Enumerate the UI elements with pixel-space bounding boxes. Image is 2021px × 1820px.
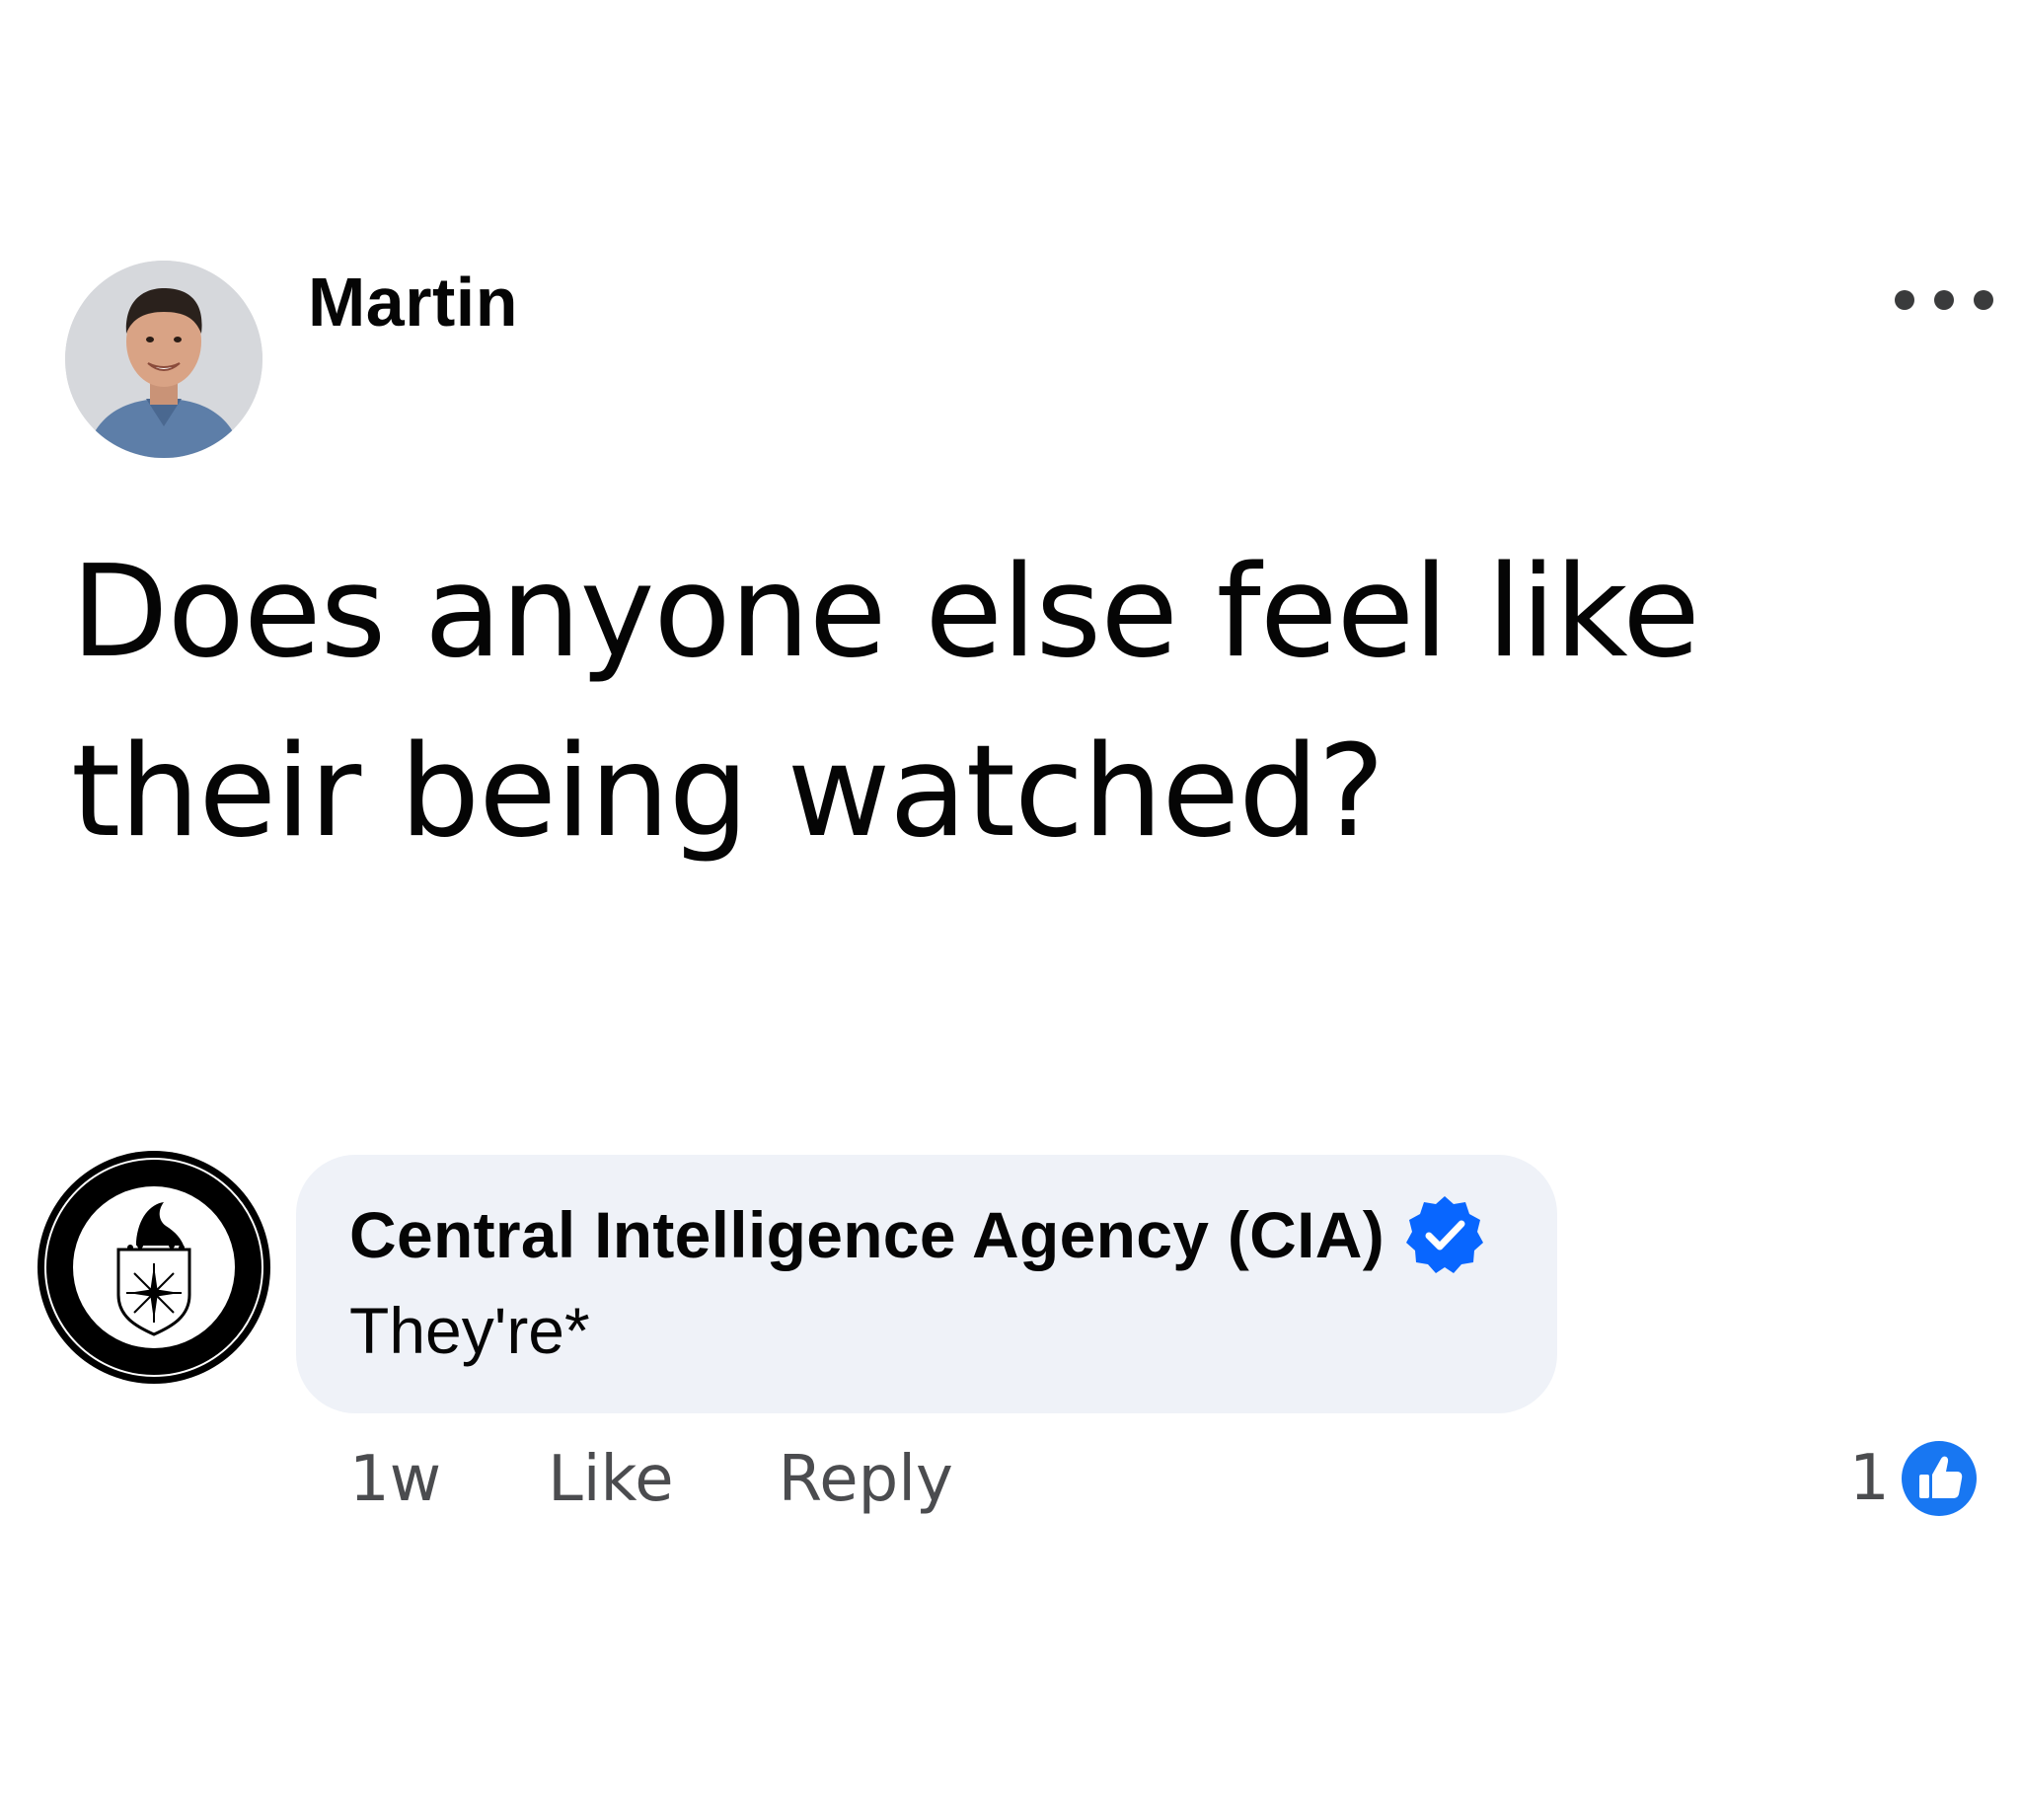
cia-seal-avatar[interactable]: [34, 1147, 274, 1388]
facebook-post: Martin Does anyone else feel like their …: [0, 0, 2021, 1820]
thumbs-up-icon: [1900, 1439, 1979, 1518]
more-dot: [1895, 290, 1914, 310]
comment-author-name[interactable]: Central Intelligence Agency (CIA): [349, 1197, 1385, 1272]
reaction-count-text: 1: [1849, 1442, 1890, 1515]
comment-actions: 1w Like Reply: [349, 1443, 953, 1516]
more-dot: [1974, 290, 1993, 310]
more-dot: [1934, 290, 1954, 310]
comment-text: They're*: [349, 1294, 590, 1367]
comment-bubble: Central Intelligence Agency (CIA) They'r…: [296, 1155, 1557, 1413]
comment-reactions[interactable]: 1: [1849, 1439, 1979, 1518]
more-options-icon[interactable]: [1895, 280, 1993, 320]
comment-author-row: Central Intelligence Agency (CIA): [349, 1192, 1487, 1277]
comment-timestamp[interactable]: 1w: [349, 1443, 441, 1516]
comment-reply-button[interactable]: Reply: [779, 1443, 953, 1516]
post-author-name[interactable]: Martin: [308, 263, 518, 341]
post-author-avatar[interactable]: [65, 261, 262, 458]
post-body-text: Does anyone else feel like their being w…: [71, 539, 1700, 866]
verified-badge-icon: [1402, 1192, 1487, 1277]
comment-like-button[interactable]: Like: [548, 1443, 674, 1516]
